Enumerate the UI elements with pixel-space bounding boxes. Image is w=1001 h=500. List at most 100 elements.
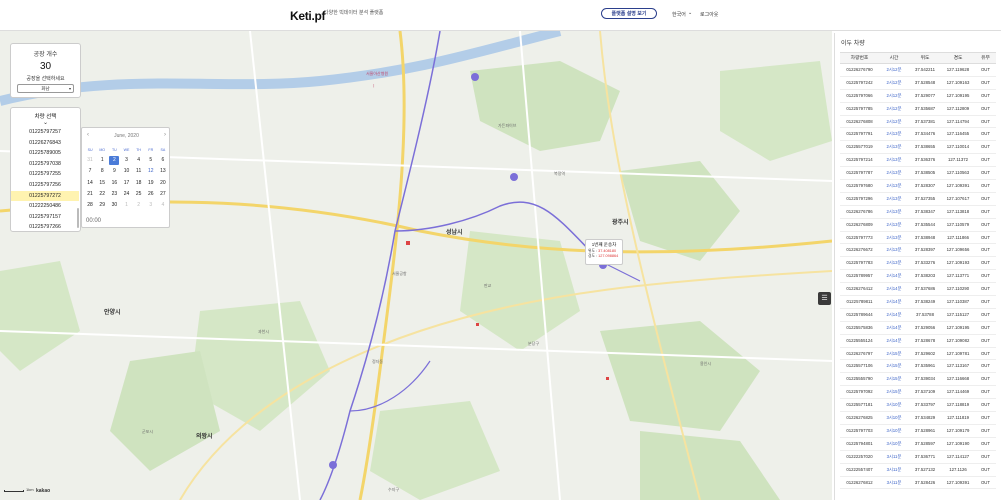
table-row[interactable]: 01226276809 2시13분 37.535544 127.110579 OUT [840,219,996,232]
vehicle-list-item[interactable]: 01225797272 [11,190,79,202]
calendar-day[interactable]: 3 [120,155,132,166]
table-row[interactable]: 01226276825 3시10분 37.534829 127.111819 OUT [840,412,996,425]
tooltip-lng: 경도 : 127.098864 [588,254,620,259]
calendar-day[interactable]: 23 [108,189,120,200]
table-row[interactable]: 01225797791 2시13분 37.534476 127.116455 OUT [840,128,996,142]
calendar-day[interactable]: 1 [120,200,132,211]
table-row[interactable]: 01225797703 3시10분 37.528961 127.109179 OUT [840,425,996,438]
calendar-day[interactable]: 16 [108,178,120,189]
language-selector[interactable]: 한국어 [672,11,686,18]
table-row[interactable]: 01226276672 2시13분 37.528397 127.109656 OUT [840,244,996,258]
table-row[interactable]: 01226276412 2시14분 37.537686 127.110290 OUT [840,283,996,297]
calendar-day[interactable]: 7 [84,166,96,177]
table-row[interactable]: 01222557407 3시11분 37.527132 127.1126 OUT [840,464,996,477]
table-cell: 127.1126 [949,466,967,472]
calendar-day[interactable]: 1 [96,155,108,166]
calendar-day[interactable]: 8 [96,166,108,177]
table-row[interactable]: 01225555790 2시15분 37.539034 127.116668 OUT [840,373,996,387]
column-header[interactable]: 유무 [975,53,996,63]
table-cell: 37.535961 [914,363,936,369]
table-row[interactable]: 01225797680 2시13분 37.528307 127.109391 OUT [840,180,996,193]
table-row[interactable]: 01226276797 2시15분 37.529602 127.109781 OUT [840,348,996,361]
calendar-day[interactable]: 21 [84,189,96,200]
vehicle-list-item[interactable]: 01225797256 [11,180,79,191]
calendar-day[interactable]: 18 [133,178,145,189]
table-row[interactable]: 01225797296 2시13분 37.527355 127.107617 OUT [840,193,996,206]
table-row[interactable]: 01225794801 3시10분 37.528597 127.109190 OUT [840,438,996,451]
calendar-day[interactable]: 3 [145,200,157,211]
calendar-day[interactable]: 2 [133,200,145,211]
vehicle-list-item[interactable]: 01225789005 [11,148,79,159]
logout-link[interactable]: 로그아웃 [700,11,718,18]
calendar-day[interactable]: 19 [145,178,157,189]
table-row[interactable]: 01225789811 2시14분 37.538249 127.110387 OUT [840,296,996,309]
calendar-day[interactable]: 31 [84,155,96,166]
time-input[interactable]: 00:00 [86,218,101,224]
table-row[interactable]: 01222257020 3시11분 37.536771 127.114127 OUT [840,451,996,464]
calendar-day[interactable]: 12 [145,166,157,177]
table-row[interactable]: 01225797773 2시13분 37.538948 127.111866 OUT [840,232,996,245]
chevron-down-icon[interactable]: ⌄ [688,10,692,16]
table-row[interactable]: 01225789957 2시14분 37.538203 127.113771 OUT [840,270,996,284]
table-row[interactable]: 01226276790 2시12분 37.542211 127.119628 OUT [840,64,996,77]
table-row[interactable]: 01225797787 2시13분 37.538505 127.110563 OUT [840,167,996,181]
facility-select[interactable]: 화남 ▾ [17,84,74,93]
calendar-day[interactable]: 11 [133,166,145,177]
vehicle-list-item[interactable]: 01225797257 [11,127,79,138]
table-row[interactable]: 01225555124 2시14분 37.528678 127.109082 OUT [840,335,996,348]
calendar-day[interactable]: 28 [84,200,96,211]
lat-label: 위도 : [588,249,599,253]
list-toggle-button[interactable]: ☰ [818,292,831,305]
calendar-day[interactable]: 6 [157,155,169,166]
calendar-day[interactable]: 5 [145,155,157,166]
platform-guide-button[interactable]: 플랫폼 설명 보기 [601,8,657,19]
calendar-day[interactable]: 4 [133,155,145,166]
calendar-day[interactable]: 20 [157,178,169,189]
calendar-day[interactable]: 14 [84,178,96,189]
table-cell: 2시12분 [886,118,902,124]
table-row[interactable]: 01225575836 2시14분 37.529056 127.109195 OUT [840,322,996,335]
map-view[interactable]: 서울아산병원 ㅣ 가든파이브 복정역 성남시 광주시 서울공항 판교 분당구 안… [0,31,832,500]
calendar-day[interactable]: 15 [96,178,108,189]
calendar-day[interactable]: 2 [108,155,120,166]
table-row[interactable]: 01226276786 2시13분 37.538347 127.113818 OUT [840,206,996,219]
chevron-down-icon[interactable]: ⌄ [11,120,80,126]
calendar-day[interactable]: 13 [157,166,169,177]
chevron-right-icon[interactable]: › [164,132,166,138]
table-row[interactable]: 01226276808 2시12분 37.537381 127.114794 OUT [840,116,996,129]
calendar-day[interactable]: 27 [157,189,169,200]
calendar-day[interactable]: 10 [120,166,132,177]
vehicle-list-item[interactable]: 01225797038 [11,159,79,170]
table-row[interactable]: 01225577019 2시13분 37.538655 127.110014 OUT [840,141,996,155]
site-logo[interactable]: Keti.pf [290,9,326,23]
calendar-day[interactable]: 22 [96,189,108,200]
table-row[interactable]: 01225789644 2시14분 37.53788 127.115127 OUT [840,309,996,322]
table-row[interactable]: 01226276812 3시11분 37.528426 127.109391 OUT [840,477,996,490]
table-row[interactable]: 01225797066 2시12분 37.529077 127.109195 OUT [840,90,996,103]
table-row[interactable]: 01225577106 2시15분 37.535961 127.113167 OUT [840,360,996,374]
column-header[interactable]: 시간 [879,53,909,63]
table-row[interactable]: 01225797092 2시15분 37.537109 127.114469 OUT [840,386,996,400]
vehicle-list-scrollbar[interactable] [77,208,79,228]
calendar-day[interactable]: 30 [108,200,120,211]
calendar-day[interactable]: 9 [108,166,120,177]
calendar-day[interactable]: 17 [120,178,132,189]
table-row[interactable]: 01225577181 3시10분 37.533797 127.118819 OUT [840,399,996,413]
column-header[interactable]: 위도 [909,53,941,63]
calendar-day[interactable]: 29 [96,200,108,211]
vehicle-list-item[interactable]: 01225797255 [11,169,79,180]
calendar-day[interactable]: 26 [145,189,157,200]
calendar-day[interactable]: 25 [133,189,145,200]
vehicle-list-item[interactable]: 01225797157 [11,212,79,223]
calendar-day[interactable]: 4 [157,200,169,211]
table-row[interactable]: 01225797785 2시12분 37.535687 127.112809 OUT [840,103,996,116]
table-row[interactable]: 01225797783 2시13분 37.533276 127.109193 OUT [840,257,996,271]
vehicle-list-item[interactable]: 01225797266 [11,222,79,231]
vehicle-list-item[interactable]: 01222250486 [11,201,79,212]
vehicle-list-item[interactable]: 01226276843 [11,138,79,149]
column-header[interactable]: 경도 [941,53,975,63]
table-row[interactable]: 01225797242 2시12분 37.528548 127.109163 OUT [840,77,996,90]
column-header[interactable]: 차량번호 [840,53,879,63]
table-row[interactable]: 01225797214 2시13분 37.536376 127.11372 OUT [840,154,996,168]
calendar-day[interactable]: 24 [120,189,132,200]
